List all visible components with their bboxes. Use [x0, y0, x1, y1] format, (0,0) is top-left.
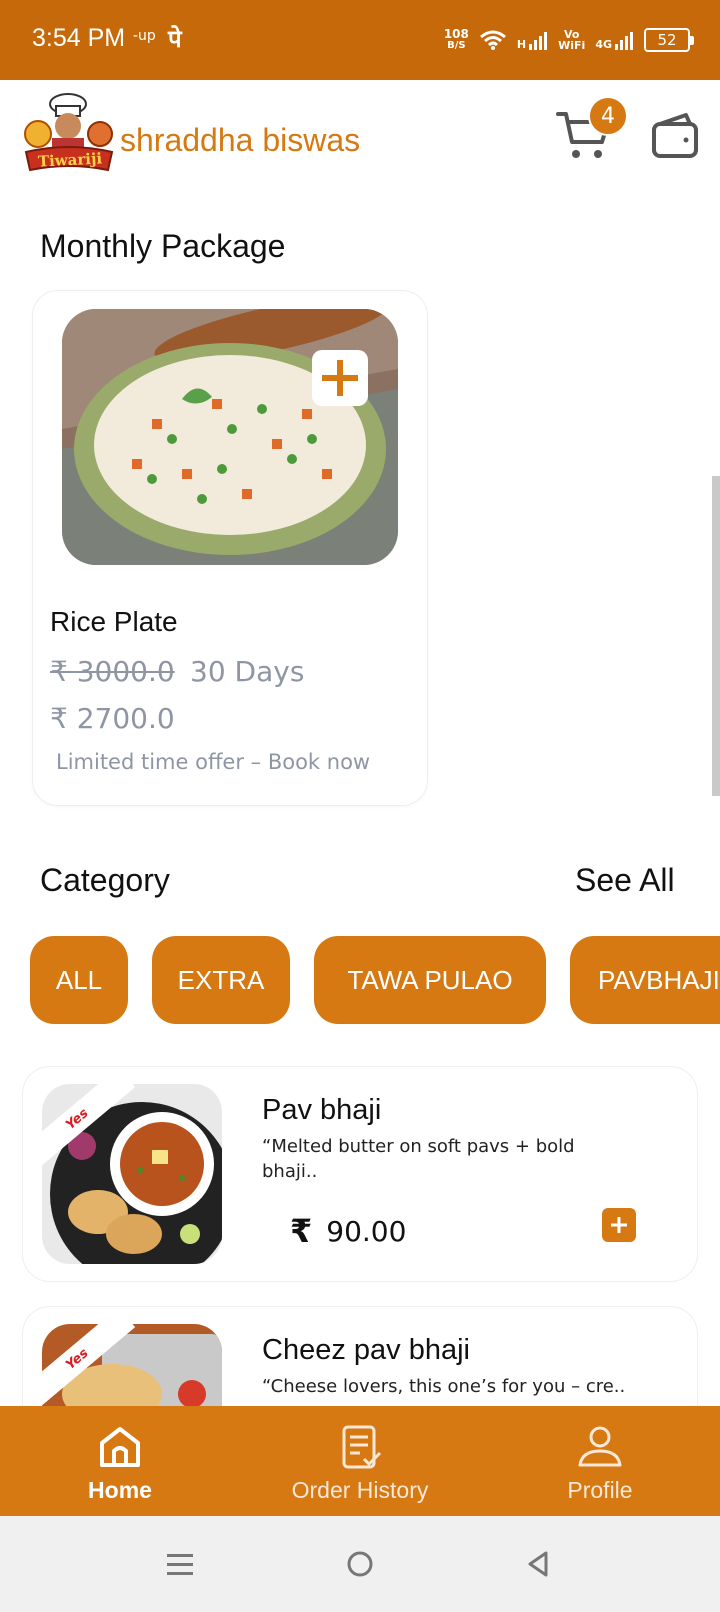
nav-profile-label: Profile [567, 1477, 633, 1503]
monthly-package-title: Monthly Package [40, 228, 286, 264]
status-indicator-small: -up [133, 28, 156, 44]
item-name: Cheez pav bhaji [262, 1334, 470, 1366]
tiwariji-logo: Tiwariji [22, 92, 116, 178]
signal-h-label: H [516, 38, 527, 51]
add-to-cart-button[interactable] [602, 1208, 636, 1242]
nav-home-label: Home [88, 1477, 152, 1503]
rupee-icon: ₹ [290, 1212, 313, 1250]
network-rate: 108 B/S [444, 28, 469, 52]
bottom-navigation: Home Order History Profile [0, 1406, 720, 1516]
item-name: Pav bhaji [262, 1094, 382, 1126]
wallet-icon [652, 113, 698, 158]
package-offer-text[interactable]: Limited time offer – Book now [56, 750, 370, 774]
item-description: “Cheese lovers, this one’s for you – cre… [262, 1376, 626, 1397]
nav-order-history-label: Order History [291, 1477, 429, 1503]
user-name: shraddha biswas [120, 122, 361, 158]
plus-icon [322, 360, 358, 396]
home-screen: 3:54 PM -up पे 108 B/S H Vo WiFi 4G 52 T… [0, 0, 720, 1612]
package-name: Rice Plate [50, 606, 178, 637]
package-old-price: ₹ 3000.0 [50, 655, 175, 688]
signal-4g: 4G [595, 30, 634, 50]
package-price: ₹ 2700.0 [50, 702, 175, 735]
nav-profile[interactable]: Profile [540, 1406, 660, 1516]
signal-4g-label: 4G [595, 38, 612, 51]
cart-count-badge: 4 [588, 96, 628, 136]
system-navigation-bar [0, 1516, 720, 1612]
back-icon[interactable] [524, 1550, 552, 1578]
wifi-icon [479, 30, 506, 50]
category-title: Category [40, 862, 170, 898]
signal-bars-icon [615, 32, 633, 50]
battery-icon: 52 [644, 28, 694, 52]
chip-pavbhaji[interactable]: PAVBHAJI [570, 936, 720, 1024]
chip-extra[interactable]: EXTRA [152, 936, 290, 1024]
vowifi-bottom: WiFi [558, 39, 586, 52]
scrollbar[interactable] [712, 476, 720, 796]
nav-home[interactable]: Home [60, 1406, 180, 1516]
status-right-group: 108 B/S H Vo WiFi 4G 52 [444, 20, 694, 60]
rice-plate-image [62, 309, 398, 565]
add-package-button[interactable] [312, 350, 368, 406]
network-rate-unit: B/S [447, 40, 466, 51]
nav-order-history[interactable]: Order History [260, 1406, 460, 1516]
status-time: 3:54 PM [32, 24, 126, 52]
home-icon [100, 1427, 140, 1467]
signal-h: H [517, 30, 548, 50]
status-indicator-pe: पे [168, 25, 182, 53]
chip-tawa-pulao[interactable]: TAWA PULAO [314, 936, 546, 1024]
wallet-button[interactable] [650, 112, 700, 160]
signal-bars-icon [529, 32, 548, 50]
item-price-value: 90.00 [326, 1214, 407, 1248]
see-all-link[interactable]: See All [575, 862, 675, 899]
vowifi-indicator: Vo WiFi [558, 29, 585, 51]
status-bar: 3:54 PM -up पे 108 B/S H Vo WiFi 4G 52 [0, 0, 720, 80]
chip-all[interactable]: ALL [30, 936, 128, 1024]
pav-bhaji-image: Yes [42, 1084, 222, 1264]
package-duration: 30 Days [190, 655, 305, 688]
home-button-icon[interactable] [346, 1550, 374, 1578]
order-history-icon [342, 1425, 382, 1469]
item-description: “Melted butter on soft pavs + bold bhaji… [262, 1136, 575, 1182]
item-price: ₹ 90.00 [290, 1212, 406, 1250]
recents-icon[interactable] [166, 1550, 194, 1578]
network-rate-value: 108 [443, 27, 469, 41]
profile-icon [578, 1426, 622, 1467]
plus-icon [611, 1217, 627, 1233]
